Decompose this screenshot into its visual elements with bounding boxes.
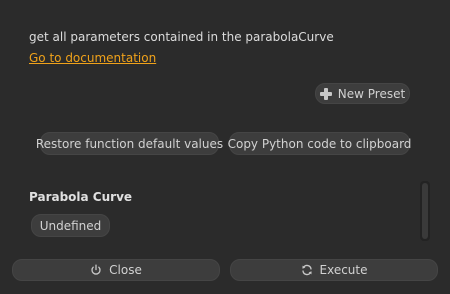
parameter-section-title: Parabola Curve bbox=[29, 190, 133, 204]
copy-python-label: Copy Python code to clipboard bbox=[227, 136, 412, 151]
plus-icon bbox=[319, 87, 332, 100]
parabola-curve-value-button[interactable]: Undefined bbox=[31, 214, 110, 237]
scrollbar-thumb[interactable] bbox=[422, 183, 428, 239]
function-description: get all parameters contained in the para… bbox=[29, 30, 334, 44]
restore-defaults-button[interactable]: Restore function default values bbox=[36, 132, 223, 155]
restore-defaults-label: Restore function default values bbox=[35, 136, 224, 151]
close-label: Close bbox=[109, 263, 142, 277]
new-preset-button[interactable]: New Preset bbox=[315, 83, 410, 104]
execute-button[interactable]: Execute bbox=[230, 259, 438, 281]
refresh-icon bbox=[301, 264, 312, 276]
function-dialog: get all parameters contained in the para… bbox=[0, 0, 450, 294]
power-icon bbox=[91, 264, 101, 275]
new-preset-label: New Preset bbox=[337, 86, 406, 101]
execute-label: Execute bbox=[319, 263, 368, 277]
copy-python-button[interactable]: Copy Python code to clipboard bbox=[227, 132, 412, 155]
close-button[interactable]: Close bbox=[12, 259, 220, 281]
parabola-curve-value-label: Undefined bbox=[39, 218, 102, 233]
documentation-link[interactable]: Go to documentation bbox=[29, 51, 156, 65]
